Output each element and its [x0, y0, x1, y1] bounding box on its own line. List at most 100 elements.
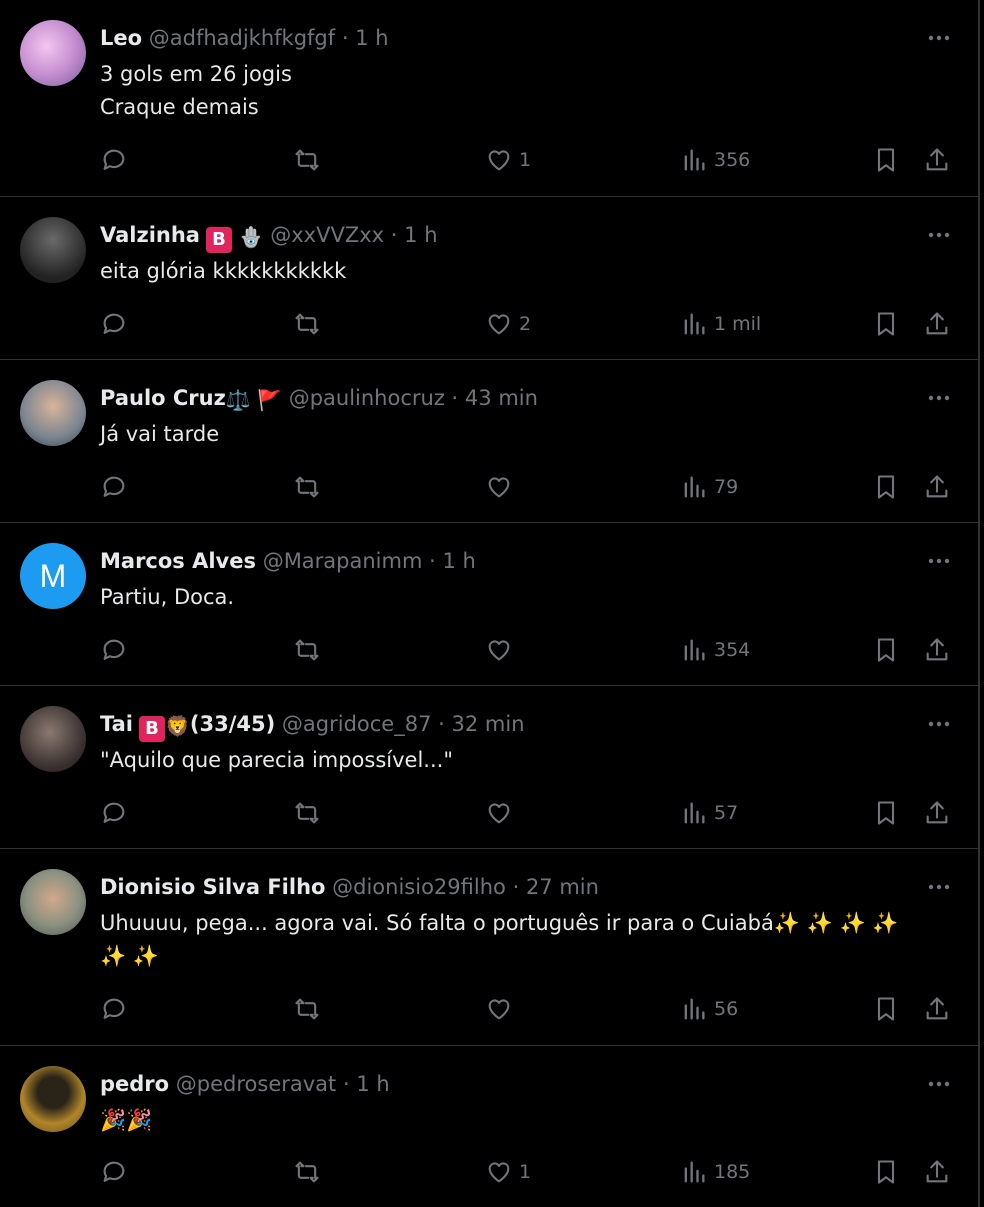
reply-button[interactable] — [100, 471, 128, 503]
views-button[interactable]: 354 — [680, 634, 750, 666]
avatar[interactable] — [20, 20, 86, 86]
timestamp[interactable]: 1 h — [356, 1072, 389, 1096]
retweet-button[interactable] — [293, 797, 321, 829]
display-name[interactable]: Valzinha — [100, 223, 200, 247]
user-handle[interactable]: @paulinhocruz — [289, 386, 445, 410]
share-button[interactable] — [923, 144, 951, 176]
share-button[interactable] — [923, 471, 951, 503]
like-button[interactable] — [485, 993, 519, 1025]
timestamp[interactable]: 27 min — [526, 875, 599, 899]
user-handle[interactable]: @dionisio29filho — [332, 875, 506, 899]
avatar[interactable] — [20, 869, 86, 935]
tweet[interactable]: pedro @pedroseravat · 1 h 🎉🎉 1 185 — [0, 1046, 978, 1207]
like-button[interactable] — [485, 471, 519, 503]
avatar[interactable]: M — [20, 543, 86, 609]
tweet-text: "Aquilo que parecia impossível..." — [100, 748, 453, 772]
user-handle[interactable]: @Marapanimm — [263, 549, 423, 573]
tweet[interactable]: Valzinha B 🪬 @xxVVZxx · 1 h eita glória k… — [0, 197, 978, 360]
share-icon — [926, 148, 948, 171]
tweet[interactable]: M Marcos Alves @Marapanimm · 1 h Partiu,… — [0, 523, 978, 686]
like-button[interactable]: 1 — [485, 144, 531, 176]
retweet-icon — [295, 1161, 319, 1183]
more-options-icon[interactable] — [926, 388, 952, 408]
timestamp[interactable]: 43 min — [465, 386, 538, 410]
reply-button[interactable] — [100, 308, 128, 340]
views-button[interactable]: 185 — [680, 1156, 750, 1188]
tweet-header: Leo @adfhadjkhfkgfgf · 1 h — [100, 22, 389, 54]
user-handle[interactable]: @pedroseravat — [176, 1072, 337, 1096]
like-button[interactable]: 2 — [485, 308, 531, 340]
share-button[interactable] — [923, 993, 951, 1025]
retweet-button[interactable] — [293, 144, 321, 176]
bookmark-button[interactable] — [872, 471, 900, 503]
more-options-icon[interactable] — [926, 225, 952, 245]
reply-button[interactable] — [100, 1156, 128, 1188]
views-button[interactable]: 57 — [680, 797, 738, 829]
user-handle[interactable]: @xxVVZxx — [270, 223, 384, 247]
more-options-icon[interactable] — [926, 551, 952, 571]
timestamp[interactable]: 1 h — [404, 223, 437, 247]
more-options-icon[interactable] — [926, 877, 952, 897]
bookmark-button[interactable] — [872, 144, 900, 176]
reply-button[interactable] — [100, 634, 128, 666]
tweet-text: Uhuuuu, pega... agora vai. Só falta o po… — [100, 911, 899, 968]
retweet-button[interactable] — [293, 993, 321, 1025]
share-button[interactable] — [923, 1156, 951, 1188]
bar-chart-icon — [684, 639, 705, 661]
views-button[interactable]: 56 — [680, 993, 738, 1025]
user-handle[interactable]: @agridoce_87 — [282, 712, 432, 736]
tweet-text: Já vai tarde — [100, 422, 220, 446]
more-options-icon[interactable] — [926, 28, 952, 48]
share-icon — [926, 801, 948, 824]
tweet[interactable]: Paulo Cruz⚖️ 🚩 @paulinhocruz · 43 min Já… — [0, 360, 978, 523]
avatar[interactable] — [20, 706, 86, 772]
retweet-button[interactable] — [293, 308, 321, 340]
bookmark-button[interactable] — [872, 308, 900, 340]
bookmark-button[interactable] — [872, 797, 900, 829]
tweet[interactable]: Dionisio Silva Filho @dionisio29filho · … — [0, 849, 978, 1046]
views-button[interactable]: 79 — [680, 471, 738, 503]
display-name[interactable]: Leo — [100, 26, 142, 50]
retweet-button[interactable] — [293, 1156, 321, 1188]
retweet-button[interactable] — [293, 471, 321, 503]
user-handle[interactable]: @adfhadjkhfkgfgf — [149, 26, 335, 50]
display-name[interactable]: Marcos Alves — [100, 549, 256, 573]
views-button[interactable]: 1 mil — [680, 308, 761, 340]
share-button[interactable] — [923, 797, 951, 829]
share-button[interactable] — [923, 634, 951, 666]
bookmark-button[interactable] — [872, 1156, 900, 1188]
bookmark-icon — [877, 997, 895, 1021]
reply-feed: Leo @adfhadjkhfkgfgf · 1 h 3 gols em 26 … — [0, 0, 978, 1207]
action-bar: 354 — [100, 634, 960, 666]
action-bar: 57 — [100, 797, 960, 829]
avatar[interactable] — [20, 1066, 86, 1132]
reply-button[interactable] — [100, 797, 128, 829]
tweet-text: Partiu, Doca. — [100, 585, 235, 609]
avatar[interactable] — [20, 217, 86, 283]
more-options-icon[interactable] — [926, 714, 952, 734]
reply-button[interactable] — [100, 144, 128, 176]
display-name[interactable]: Tai — [100, 712, 133, 736]
retweet-button[interactable] — [293, 634, 321, 666]
views-button[interactable]: 356 — [680, 144, 750, 176]
like-button[interactable] — [485, 797, 519, 829]
more-options-icon[interactable] — [926, 1074, 952, 1094]
tweet[interactable]: Tai B 🦁(33/45) @agridoce_87 · 32 min "Aqui… — [0, 686, 978, 849]
share-button[interactable] — [923, 308, 951, 340]
retweet-icon — [295, 802, 319, 824]
display-name[interactable]: Paulo Cruz — [100, 386, 226, 410]
tweet[interactable]: Leo @adfhadjkhfkgfgf · 1 h 3 gols em 26 … — [0, 0, 978, 197]
avatar[interactable] — [20, 380, 86, 446]
reply-button[interactable] — [100, 993, 128, 1025]
bookmark-button[interactable] — [872, 634, 900, 666]
scales-flag-emoji: ⚖️ 🚩 — [225, 388, 282, 412]
retweet-icon — [295, 476, 319, 498]
like-button[interactable] — [485, 634, 519, 666]
display-name[interactable]: pedro — [100, 1072, 169, 1096]
timestamp[interactable]: 1 h — [355, 26, 388, 50]
bookmark-button[interactable] — [872, 993, 900, 1025]
timestamp[interactable]: 32 min — [452, 712, 525, 736]
like-button[interactable]: 1 — [485, 1156, 531, 1188]
display-name[interactable]: Dionisio Silva Filho — [100, 875, 325, 899]
timestamp[interactable]: 1 h — [443, 549, 476, 573]
